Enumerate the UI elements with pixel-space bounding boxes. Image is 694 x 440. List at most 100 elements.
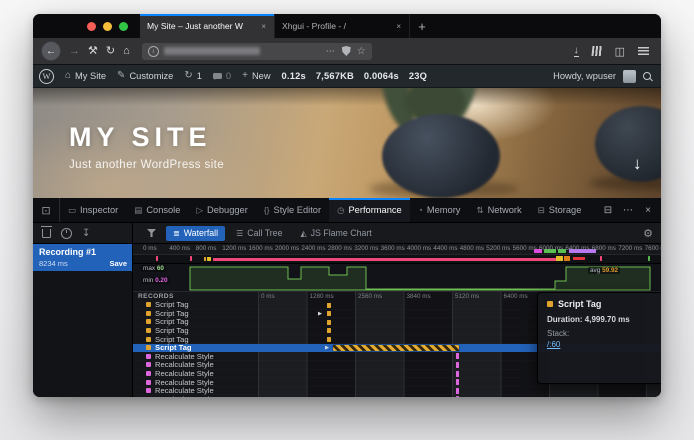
sidebar-toggle-icon[interactable]: ◫ [615, 45, 625, 58]
reload-button[interactable]: ↻ [106, 46, 115, 57]
script-marker-icon [146, 337, 151, 342]
devtools-tab-label: Performance [348, 205, 401, 215]
waterfall-marker [456, 362, 459, 368]
devtools-close-icon[interactable]: × [639, 205, 657, 216]
admin-bar-my-site[interactable]: ⌂ My Site [65, 71, 106, 81]
devtools-tab-debugger[interactable]: ▷Debugger [188, 198, 255, 222]
view-tab-call-tree[interactable]: ☰Call Tree [229, 226, 289, 241]
ruler-tick: 2400 ms [301, 245, 325, 252]
detail-duration: Duration: 4,999.70 ms [547, 315, 661, 324]
clear-recordings-icon[interactable] [42, 229, 51, 238]
settings-gear-icon[interactable]: ⚙ [643, 227, 653, 240]
url-bar[interactable]: i ⋯ ☆ [142, 43, 372, 60]
tab-close-icon[interactable]: × [260, 22, 267, 31]
tab-bar: My Site – Just another WordPress s × Xhg… [33, 14, 661, 38]
tab-close-icon[interactable]: × [395, 22, 402, 31]
record-label: Recalculate Style [133, 395, 258, 397]
tab-title: Xhgui - Profile - / [282, 21, 346, 31]
close-window-button[interactable] [87, 22, 96, 31]
view-tab-label: Waterfall [184, 228, 218, 238]
plant-pot [382, 114, 500, 198]
scroll-down-arrow[interactable]: ↓ [633, 154, 642, 174]
filter-icon[interactable] [147, 229, 156, 237]
script-marker-icon [146, 319, 151, 324]
customize-label: Customize [129, 71, 173, 81]
zoom-window-button[interactable] [119, 22, 128, 31]
import-recording-icon[interactable]: ↧ [82, 228, 90, 239]
admin-bar-updates[interactable]: ↻ 1 [184, 71, 202, 81]
tracking-shield-icon[interactable] [342, 46, 351, 56]
forward-button[interactable]: → [69, 46, 80, 57]
expand-arrow-icon[interactable]: ▶ [318, 311, 322, 317]
downloads-icon[interactable]: ↓ [574, 46, 579, 57]
pick-element-icon[interactable]: ⊡ [33, 198, 60, 222]
small-pot [595, 106, 661, 182]
site-name-label: My Site [75, 71, 106, 81]
style-marker-icon [146, 380, 151, 385]
script-marker-icon [146, 328, 151, 333]
page-actions-icon[interactable]: ⋯ [326, 46, 336, 57]
fps-min-label: min 0.20 [141, 277, 170, 284]
devtools-menu-icon[interactable]: ⋯ [619, 205, 637, 216]
ruler-tick: 1600 ms [249, 245, 273, 252]
waterfall-marker [456, 379, 459, 385]
view-tab-waterfall[interactable]: ≣Waterfall [166, 226, 225, 241]
admin-bar-account: Howdy, wpuser [553, 70, 651, 83]
window-controls [33, 14, 140, 38]
debugger-icon: ▷ [196, 205, 203, 216]
devtools-toolbar-right: ⊟ ⋯ × [599, 198, 661, 222]
desktop-background: My Site – Just another WordPress s × Xhg… [0, 0, 694, 440]
grid-tick: 1280 ms [310, 293, 334, 300]
overview-mark [600, 256, 602, 261]
framerate-graph[interactable]: max 60 min 0.20 avg 59.92 [133, 264, 661, 292]
record-row-recalculate-style[interactable]: Recalculate Style [133, 395, 661, 397]
devtools-tab-inspector[interactable]: ▭Inspector [60, 198, 126, 222]
devtools-tab-memory[interactable]: ◔Memory [410, 198, 469, 222]
script-marker-icon [146, 302, 151, 307]
detail-stack-link[interactable]: /:60 [547, 340, 661, 349]
menu-hamburger-icon[interactable] [638, 47, 649, 55]
waterfall-marker [327, 328, 331, 333]
wordpress-logo-icon[interactable]: W [39, 69, 54, 84]
search-icon[interactable] [643, 72, 651, 80]
admin-bar-new[interactable]: + New [242, 71, 270, 81]
devtools-tab-label: Console [146, 205, 180, 215]
devtools-tab-console[interactable]: ▤Console [126, 198, 188, 222]
home-button[interactable]: ⌂ [123, 46, 130, 57]
expand-arrow-icon[interactable]: ▶ [325, 345, 329, 351]
record-icon[interactable] [61, 228, 72, 239]
admin-bar-comments[interactable]: 0 [213, 71, 231, 81]
howdy-label[interactable]: Howdy, wpuser [553, 71, 616, 81]
back-button[interactable]: ← [41, 41, 61, 61]
stat-memory: 7,567KB [316, 71, 354, 81]
devtools-tab-performance[interactable]: ◷Performance [329, 198, 410, 222]
overview-mark [573, 257, 585, 260]
detail-stack-label: Stack: [547, 329, 661, 338]
avatar[interactable] [623, 70, 636, 83]
minimize-window-button[interactable] [103, 22, 112, 31]
view-tab-label: JS Flame Chart [311, 228, 372, 238]
recording-item[interactable]: Recording #1 8234 ms Save [33, 244, 132, 271]
devtools-tab-storage[interactable]: ⊟Storage [530, 198, 590, 222]
site-info-icon[interactable]: i [148, 46, 159, 57]
url-text-redacted [164, 47, 260, 55]
admin-bar-customize[interactable]: ✎ Customize [117, 71, 173, 81]
devtools-tab-network[interactable]: ⇅Network [468, 198, 529, 222]
ruler-tick: 3600 ms [381, 245, 405, 252]
save-recording-link[interactable]: Save [109, 259, 127, 268]
devtools-tab-style-editor[interactable]: {}Style Editor [256, 198, 329, 222]
dock-side-icon[interactable]: ⊟ [599, 205, 617, 216]
tab-my-site[interactable]: My Site – Just another WordPress s × [140, 14, 275, 38]
style-marker-icon [146, 354, 151, 359]
new-tab-button[interactable]: + [410, 14, 434, 38]
wrench-icon[interactable]: ⚒ [88, 46, 98, 57]
ruler-tick: 7200 ms [618, 245, 642, 252]
library-icon[interactable] [591, 46, 602, 56]
grid-tick: 5120 ms [455, 293, 479, 300]
timeline-ruler[interactable]: 0 ms400 ms800 ms1200 ms1600 ms2000 ms240… [133, 244, 661, 255]
bookmark-star-icon[interactable]: ☆ [357, 46, 366, 57]
stat-query-time: 0.0064s [364, 71, 399, 81]
view-tab-js-flame-chart[interactable]: ◭JS Flame Chart [293, 226, 378, 241]
timeline-overview[interactable] [133, 255, 661, 264]
tab-xhgui[interactable]: Xhgui - Profile - / × [275, 14, 410, 38]
